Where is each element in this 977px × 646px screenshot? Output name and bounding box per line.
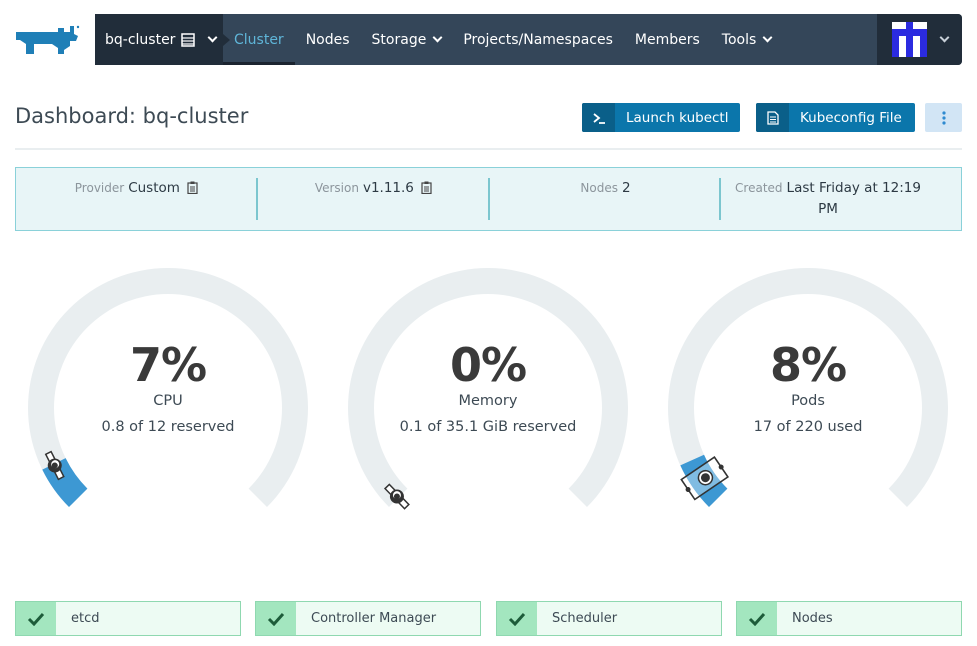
gauge-memory: 0% Memory 0.1 of 35.1 GiB reserved — [348, 268, 628, 518]
info-value: v1.11.6 — [362, 180, 414, 196]
status-etcd: etcd — [15, 601, 241, 636]
rancher-logo-icon[interactable] — [14, 24, 82, 58]
info-label: Created — [735, 181, 783, 195]
kubeconfig-file-label: Kubeconfig File — [800, 109, 902, 126]
gauge-name: CPU — [153, 393, 183, 409]
kubeconfig-file-button[interactable]: Kubeconfig File — [756, 103, 915, 132]
gauge-name: Pods — [791, 393, 825, 409]
nav-label: Members — [634, 31, 700, 48]
info-separator — [719, 178, 721, 220]
status-nodes: Nodes — [736, 601, 962, 636]
main-nav: bq-cluster Cluster Nodes Storage Project… — [95, 14, 962, 65]
checkmark-icon — [16, 602, 56, 635]
title-divider — [15, 148, 962, 150]
launch-kubectl-button[interactable]: Launch kubectl — [582, 103, 740, 132]
info-label: Version — [314, 181, 359, 195]
cluster-info-box: Provider Custom Version v1.11.6 Nodes 2 Cre… — [15, 167, 962, 231]
info-created: Created Last Friday at 12:19 PM — [728, 178, 928, 220]
cluster-selector[interactable]: bq-cluster — [95, 14, 230, 65]
gauge-detail: 0.8 of 12 reserved — [101, 419, 235, 435]
status-label: Nodes — [792, 611, 833, 626]
gauge-detail: 17 of 220 used — [753, 419, 863, 435]
more-vertical-icon — [941, 110, 946, 125]
info-nodes: Nodes 2 — [488, 178, 723, 220]
file-icon — [756, 103, 789, 132]
status-label: Scheduler — [552, 611, 618, 626]
info-label: Nodes — [580, 181, 618, 195]
checkmark-icon — [256, 602, 296, 635]
info-value: Last Friday at 12:19 PM — [786, 180, 921, 217]
info-value: Custom — [128, 180, 180, 196]
more-actions-button[interactable] — [925, 103, 962, 132]
user-menu[interactable] — [877, 14, 962, 65]
status-controller-manager: Controller Manager — [255, 601, 481, 636]
nav-cluster[interactable]: Cluster — [223, 14, 295, 65]
chevron-down-icon — [762, 32, 773, 42]
nav-members[interactable]: Members — [624, 14, 711, 65]
status-scheduler: Scheduler — [496, 601, 722, 636]
chevron-down-icon — [432, 32, 443, 42]
nav-tools[interactable]: Tools — [711, 14, 783, 65]
nav-projects-namespaces[interactable]: Projects/Namespaces — [452, 14, 624, 65]
launch-kubectl-label: Launch kubectl — [626, 109, 729, 126]
nav-label: Cluster — [234, 31, 284, 48]
gauge-name: Memory — [458, 393, 518, 409]
status-label: Controller Manager — [311, 611, 437, 626]
gauge-pods: 8% Pods 17 of 220 used — [668, 268, 948, 518]
info-label: Provider — [74, 181, 125, 195]
gauge-cpu: 7% CPU 0.8 of 12 reserved — [28, 268, 308, 518]
nav-label: Projects/Namespaces — [463, 31, 613, 48]
copy-clipboard-icon[interactable] — [421, 181, 432, 194]
nav-nodes[interactable]: Nodes — [295, 14, 361, 65]
nav-storage[interactable]: Storage — [361, 14, 453, 65]
cluster-name: bq-cluster — [105, 31, 176, 48]
info-value: 2 — [621, 180, 631, 196]
page-title: Dashboard: bq-cluster — [15, 104, 249, 128]
terminal-icon — [582, 103, 615, 132]
gauge-percent: 0% — [449, 338, 527, 392]
nav-label: Nodes — [305, 31, 350, 48]
checkmark-icon — [497, 602, 537, 635]
chevron-down-icon — [939, 32, 950, 42]
top-header: bq-cluster Cluster Nodes Storage Project… — [0, 14, 977, 65]
gauge-percent: 7% — [129, 338, 207, 392]
chevron-down-icon — [207, 32, 218, 42]
gauge-detail: 0.1 of 35.1 GiB reserved — [399, 419, 577, 435]
server-stack-icon — [181, 32, 196, 47]
nav-label: Storage — [371, 31, 427, 48]
nav-items: Cluster Nodes Storage Projects/Namespace… — [223, 14, 782, 65]
gauge-percent: 8% — [769, 338, 847, 392]
info-version: Version v1.11.6 — [256, 178, 491, 220]
checkmark-icon — [737, 602, 777, 635]
info-provider: Provider Custom — [19, 178, 254, 220]
nav-label: Tools — [721, 31, 757, 48]
copy-clipboard-icon[interactable] — [187, 181, 198, 194]
avatar — [892, 22, 927, 57]
status-label: etcd — [71, 611, 100, 626]
